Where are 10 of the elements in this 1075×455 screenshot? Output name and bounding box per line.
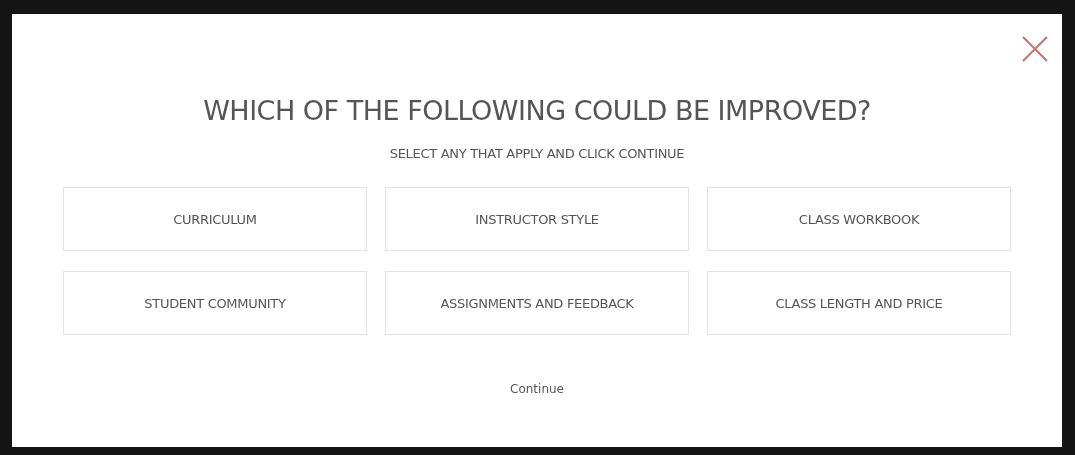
continue-link[interactable]: Continue [506,380,568,398]
option-button[interactable]: ASSIGNMENTS AND FEEDBACK [385,271,689,335]
option-button[interactable]: CLASS WORKBOOK [707,187,1011,251]
option-button[interactable]: CLASS LENGTH AND PRICE [707,271,1011,335]
dialog-title: WHICH OF THE FOLLOWING COULD BE IMPROVED? [203,94,871,128]
close-icon[interactable] [1022,36,1048,62]
option-button[interactable]: STUDENT COMMUNITY [63,271,367,335]
option-button[interactable]: CURRICULUM [63,187,367,251]
dialog-subtitle: SELECT ANY THAT APPLY AND CLICK CONTINUE [389,146,685,162]
option-button[interactable]: INSTRUCTOR STYLE [385,187,689,251]
